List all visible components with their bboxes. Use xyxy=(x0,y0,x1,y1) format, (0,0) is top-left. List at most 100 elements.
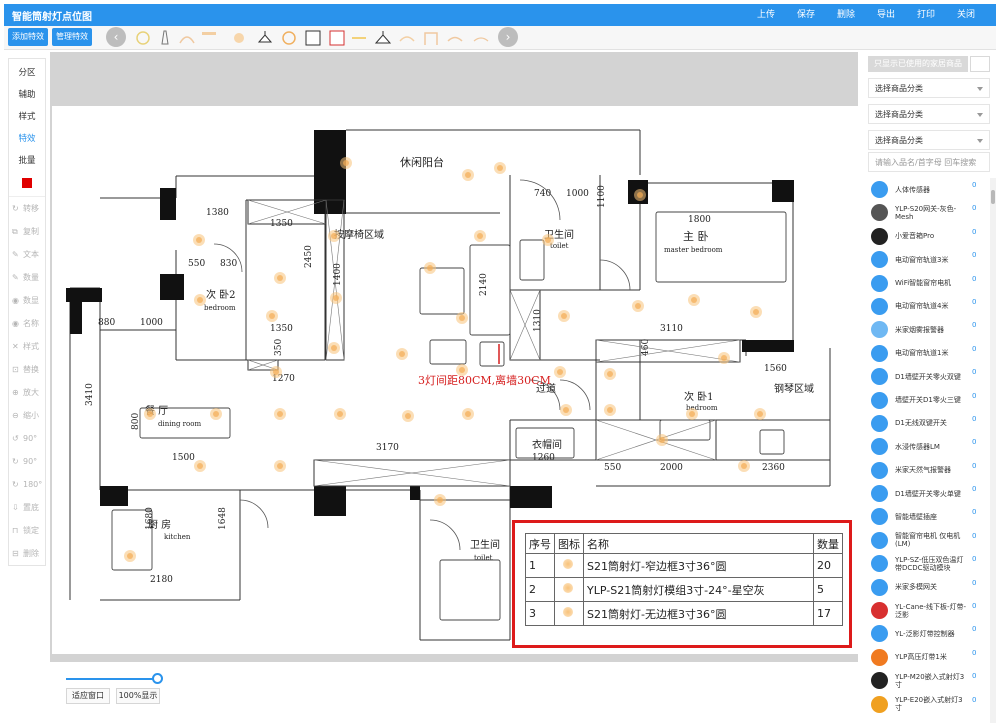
tool-button[interactable]: ◉ 名称 xyxy=(9,312,45,335)
glow-light-icon[interactable] xyxy=(230,29,248,47)
product-name: D1无线双键开关 xyxy=(895,419,947,428)
tool-button[interactable]: ↻ 180° xyxy=(9,473,45,496)
tool-button[interactable]: ⊟ 删除 xyxy=(9,542,45,565)
product-item[interactable]: 水浸传感器LM 0 xyxy=(866,435,988,458)
product-item[interactable]: YLP-S20网关-灰色-Mesh 0 xyxy=(866,201,988,224)
downlight-marker xyxy=(437,497,443,503)
left-tab[interactable]: 批量 xyxy=(9,150,45,172)
product-item[interactable]: 电动窗帘轨道1米 0 xyxy=(866,342,988,365)
product-item[interactable]: YLP-E20嵌入式射灯3寸 0 xyxy=(866,693,988,716)
left-tab[interactable]: 分区 xyxy=(9,62,45,84)
pendant-lamp-icon[interactable] xyxy=(256,29,274,47)
tool-button[interactable]: ⊖ 缩小 xyxy=(9,404,45,427)
product-item[interactable]: 智能窗帘电机 仅电机 (LM) 0 xyxy=(866,529,988,552)
chevron-left-icon[interactable]: ‹ xyxy=(106,27,126,47)
tool-button[interactable]: ↻ 90° xyxy=(9,450,45,473)
menu-item[interactable]: 关闭 xyxy=(946,4,986,26)
scrollbar-thumb[interactable] xyxy=(991,190,995,204)
product-item[interactable]: YLP-SZ-低压双色温灯带DCDC驱动模块 0 xyxy=(866,552,988,575)
add-effect-button[interactable]: 添加特效 xyxy=(8,28,48,46)
tool-button[interactable]: ✎ 数量 xyxy=(9,266,45,289)
product-item[interactable]: 人体传感器 0 xyxy=(866,178,988,201)
product-item[interactable]: D1墙壁开关零火双键 0 xyxy=(866,365,988,388)
product-thumbnail-icon xyxy=(871,648,888,666)
downlight-marker xyxy=(561,313,567,319)
tool-button[interactable]: ✕ 样式 xyxy=(9,335,45,358)
zoom-slider-handle[interactable] xyxy=(152,673,164,684)
tool-button[interactable]: ↻ 转移 xyxy=(9,197,45,220)
ring-light-icon[interactable] xyxy=(134,29,152,47)
category-select-label: 选择商品分类 xyxy=(875,110,923,119)
product-item[interactable]: 米家天然气报警器 0 xyxy=(866,459,988,482)
arc-strip-icon[interactable] xyxy=(398,29,416,47)
fit-window-button[interactable]: 适应窗口 xyxy=(66,688,110,704)
product-item[interactable]: 墙壁开关D1零火三键 0 xyxy=(866,389,988,412)
downlight-marker xyxy=(659,437,665,443)
product-search-input[interactable] xyxy=(868,152,990,172)
product-list-scrollbar[interactable] xyxy=(990,178,996,723)
round-lamp-icon[interactable] xyxy=(280,29,298,47)
product-count: 0 xyxy=(972,602,977,611)
menu-item[interactable]: 删除 xyxy=(826,4,866,26)
tool-button[interactable]: ⊡ 替换 xyxy=(9,358,45,381)
category-select-2[interactable]: 选择商品分类 xyxy=(868,104,990,124)
menu-item[interactable]: 导出 xyxy=(866,4,906,26)
menu-item[interactable]: 上传 xyxy=(746,4,786,26)
product-item[interactable]: WiFi智能窗帘电机 0 xyxy=(866,272,988,295)
product-item[interactable]: 小爱音箱Pro 0 xyxy=(866,225,988,248)
menu-item[interactable]: 打印 xyxy=(906,4,946,26)
red-frame-icon[interactable] xyxy=(328,29,346,47)
product-thumbnail-icon xyxy=(871,625,888,643)
product-item[interactable]: YL-Cane-线下板-灯带-泛影 0 xyxy=(866,599,988,622)
color-swatch[interactable] xyxy=(22,178,32,188)
downlight-marker xyxy=(197,463,203,469)
square-frame-icon[interactable] xyxy=(304,29,322,47)
tool-button[interactable]: ⇩ 置底 xyxy=(9,496,45,519)
tool-button[interactable]: ⧉ 复制 xyxy=(9,220,45,243)
tool-button[interactable]: ⊕ 放大 xyxy=(9,381,45,404)
dimension-label: 1260 xyxy=(532,453,555,463)
product-item[interactable]: YLP-M20嵌入式射灯3寸 0 xyxy=(866,669,988,692)
left-tab[interactable]: 特效 xyxy=(9,128,45,150)
arc-light-icon[interactable] xyxy=(178,29,196,47)
door-arc xyxy=(429,519,461,551)
product-item[interactable]: 智能墙壁插座 0 xyxy=(866,505,988,528)
ceiling-lamp-icon[interactable] xyxy=(374,29,392,47)
left-tab[interactable]: 样式 xyxy=(9,106,45,128)
product-item[interactable]: 电动窗帘轨道4米 0 xyxy=(866,295,988,318)
only-used-checkbox[interactable] xyxy=(970,56,990,72)
product-item[interactable]: YLP高压灯带1米 0 xyxy=(866,646,988,669)
half-arc-icon[interactable] xyxy=(472,29,490,47)
product-item[interactable]: YL-泛影灯带控制器 0 xyxy=(866,622,988,645)
category-select-3[interactable]: 选择商品分类 xyxy=(868,130,990,150)
dimension-label: 2140 xyxy=(479,273,489,296)
product-item[interactable]: 米家烟雾报警器 0 xyxy=(866,318,988,341)
tool-button[interactable]: ⊓ 锁定 xyxy=(9,519,45,542)
manage-effect-button[interactable]: 管理特效 xyxy=(52,28,92,46)
tool-button[interactable]: ↺ 90° xyxy=(9,427,45,450)
product-item[interactable]: 米家多模网关 0 xyxy=(866,576,988,599)
room-label: master bedroom xyxy=(664,246,723,254)
strip-light-icon[interactable] xyxy=(350,29,368,47)
room-label: 主 卧 xyxy=(683,230,709,243)
tool-button[interactable]: ◉ 数显 xyxy=(9,289,45,312)
arch-frame-icon[interactable] xyxy=(422,29,440,47)
category-select-1[interactable]: 选择商品分类 xyxy=(868,78,990,98)
product-item[interactable]: D1墙壁开关零火单键 0 xyxy=(866,482,988,505)
tool-label: 文本 xyxy=(23,250,39,259)
dimension-label: 1350 xyxy=(270,219,293,229)
curve-light-icon[interactable] xyxy=(446,29,464,47)
product-item[interactable]: 电动窗帘轨道3米 0 xyxy=(866,248,988,271)
product-item[interactable]: D1无线双键开关 0 xyxy=(866,412,988,435)
menu-item[interactable]: 保存 xyxy=(786,4,826,26)
tool-button[interactable]: ✎ 文本 xyxy=(9,243,45,266)
beam-light-icon[interactable] xyxy=(200,29,218,47)
chevron-right-icon[interactable]: › xyxy=(498,27,518,47)
only-used-toggle[interactable]: 只显示已使用的家居商品 xyxy=(868,56,968,72)
left-tab[interactable]: 辅助 xyxy=(9,84,45,106)
zoom-slider-track[interactable] xyxy=(66,678,162,680)
furniture xyxy=(659,419,711,441)
spot-light-icon[interactable] xyxy=(156,29,174,47)
tool-label: 样式 xyxy=(23,342,39,351)
show-100-button[interactable]: 100%显示 xyxy=(116,688,160,704)
